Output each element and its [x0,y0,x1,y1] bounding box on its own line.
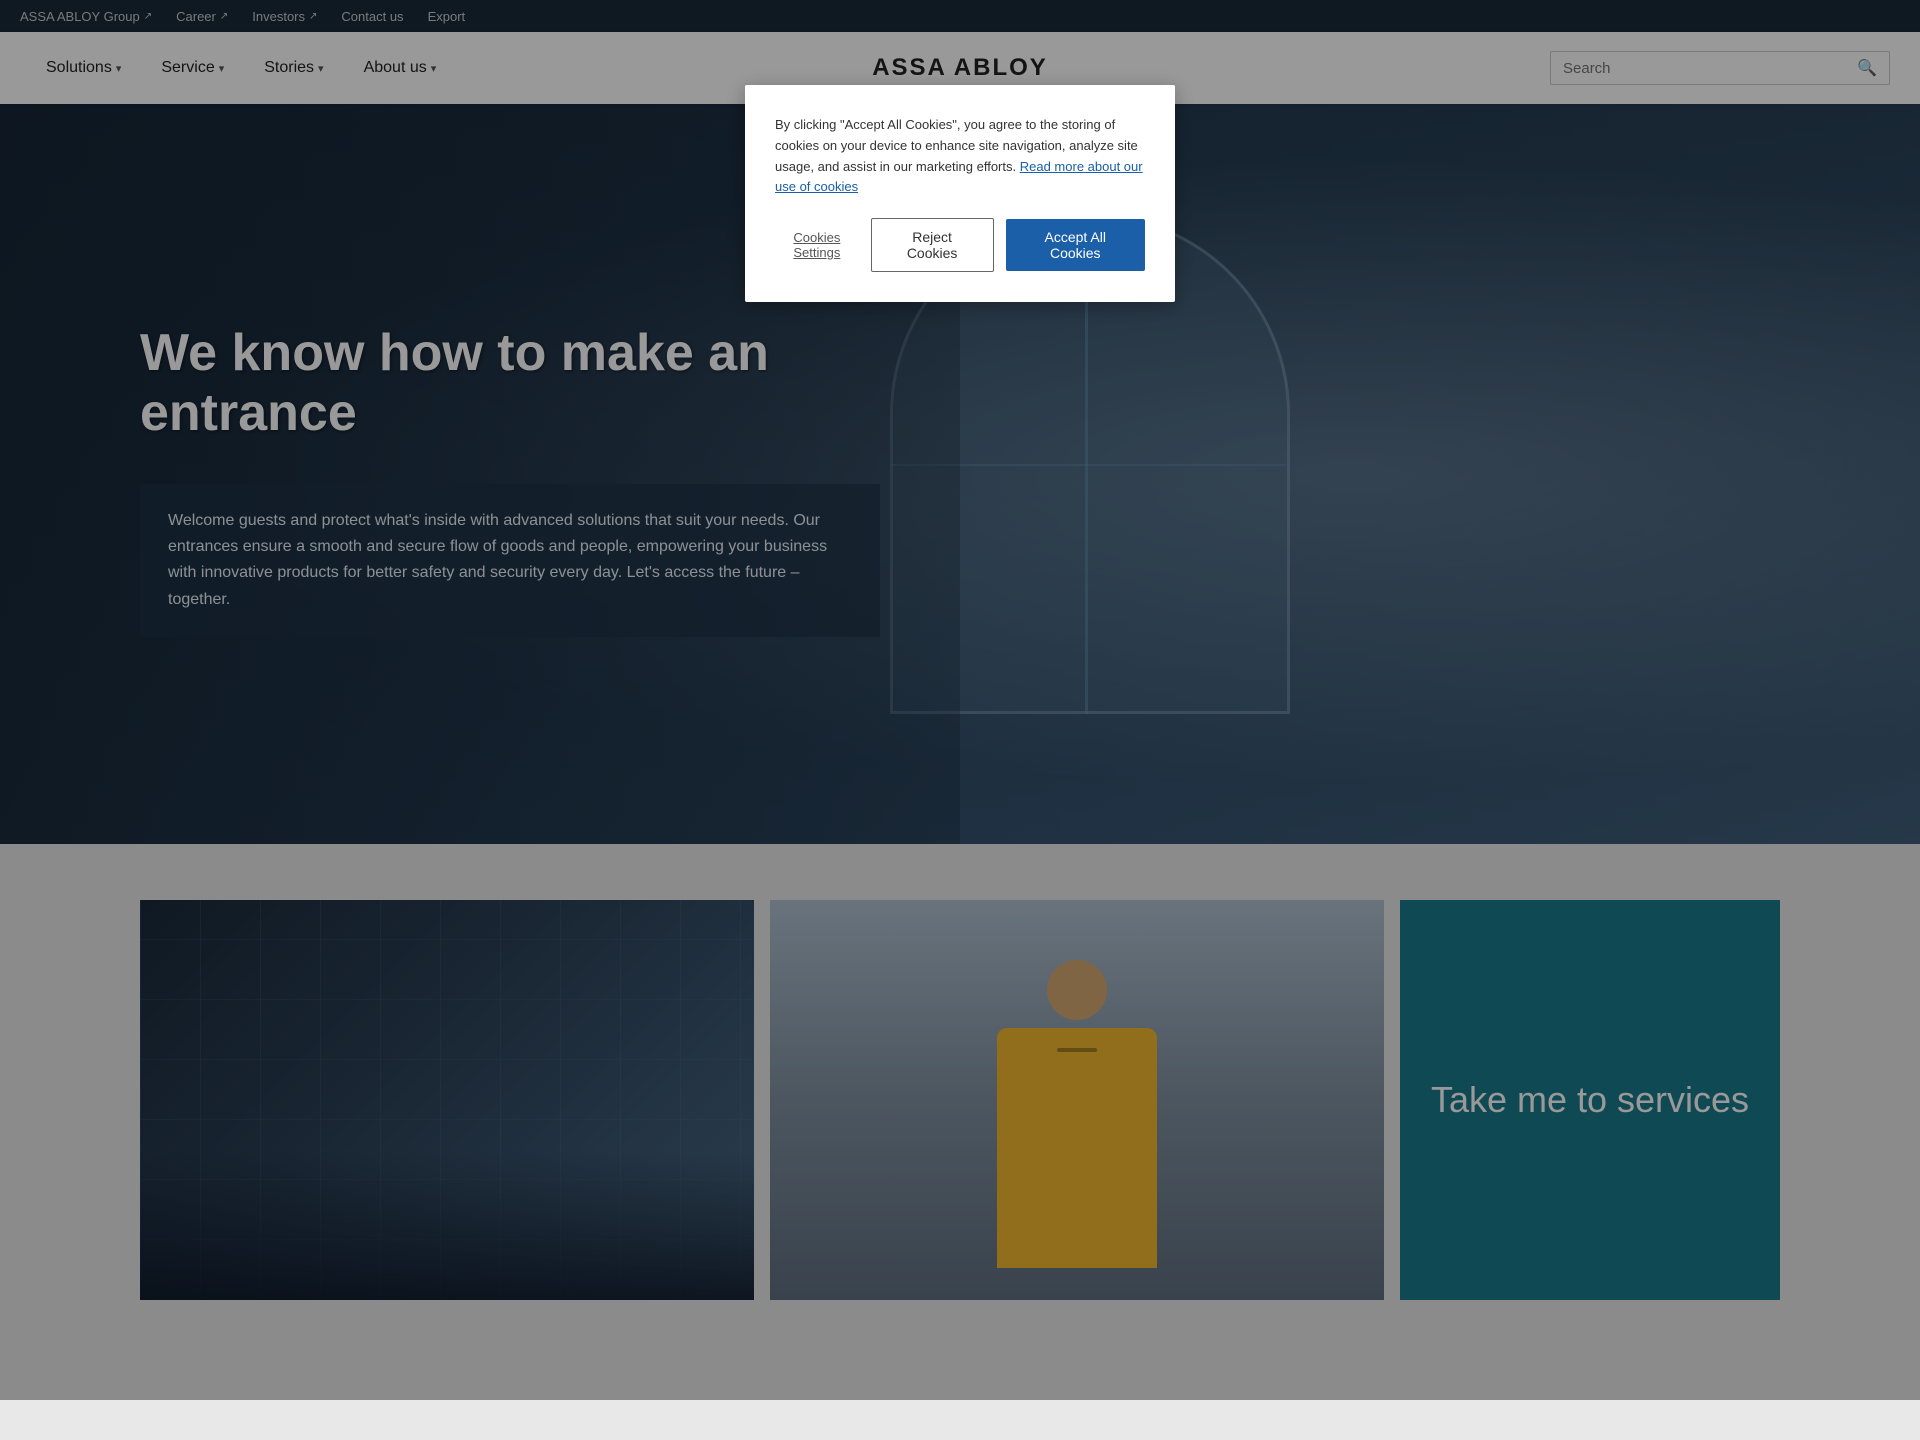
cookie-overlay: By clicking "Accept All Cookies", you ag… [0,0,1920,1400]
reject-cookies-button[interactable]: Reject Cookies [871,218,994,272]
cookie-buttons: Cookies Settings Reject Cookies Accept A… [775,218,1145,272]
cookie-banner: By clicking "Accept All Cookies", you ag… [745,85,1175,302]
cookie-body-text: By clicking "Accept All Cookies", you ag… [775,115,1145,198]
accept-cookies-button[interactable]: Accept All Cookies [1006,219,1146,271]
cookies-settings-button[interactable]: Cookies Settings [775,230,859,260]
